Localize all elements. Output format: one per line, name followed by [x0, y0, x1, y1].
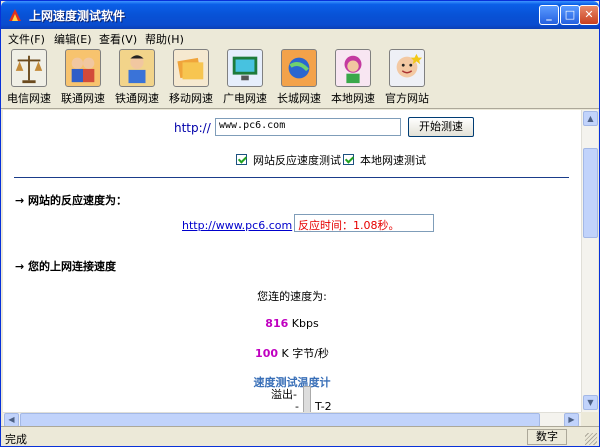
- vertical-scrollbar[interactable]: ▲ ▼: [581, 110, 598, 412]
- toolbar-label: 联通网速: [61, 92, 105, 105]
- toolbar-label: 官方网站: [385, 92, 429, 105]
- app-window: 上网速度测试软件 _ □ ✕ 文件(F) 编辑(E) 查看(V) 帮助(H) 电…: [0, 0, 600, 447]
- site-response-heading: → 网站的反应速度为：: [15, 194, 128, 207]
- response-time-field: 反应时间：1.08秒。: [294, 214, 434, 232]
- local-speed-option[interactable]: 本地网速测试: [343, 152, 426, 168]
- menu-view[interactable]: 查看(V): [99, 31, 137, 47]
- toolbar-official-button[interactable]: 官方网站: [380, 47, 434, 107]
- menu-bar: 文件(F) 编辑(E) 查看(V) 帮助(H): [1, 29, 599, 47]
- toolbar-label: 本地网速: [331, 92, 375, 105]
- site-response-checkbox[interactable]: [236, 154, 247, 165]
- meter-t2-label: T-2: [315, 400, 332, 412]
- girl-icon: [335, 49, 371, 87]
- monitor-icon: [227, 49, 263, 87]
- maximize-button[interactable]: □: [560, 5, 580, 25]
- resize-grip-icon[interactable]: [585, 433, 597, 445]
- window-title: 上网速度测试软件: [29, 9, 126, 23]
- globe-icon: [281, 49, 317, 87]
- folders-icon: [173, 49, 209, 87]
- menu-file[interactable]: 文件(F): [8, 31, 45, 47]
- horizontal-scrollbar[interactable]: ◀ ▶: [3, 412, 581, 427]
- speed-thermometer: [303, 386, 311, 412]
- scroll-down-icon[interactable]: ▼: [583, 395, 598, 410]
- toolbar-label: 广电网速: [223, 92, 267, 105]
- meter-overflow-label: 溢出-: [271, 388, 297, 401]
- title-bar[interactable]: 上网速度测试软件 _ □ ✕: [1, 1, 599, 29]
- kbps-line: 816 Kbps: [3, 317, 581, 330]
- face-icon: [389, 49, 425, 87]
- scroll-corner: [581, 412, 598, 426]
- app-icon: [9, 9, 21, 21]
- toolbar-broadcast-button[interactable]: 广电网速: [218, 47, 272, 107]
- site-response-label: 网站反应速度测试: [253, 154, 341, 167]
- status-bar: 完成 数字: [1, 426, 599, 446]
- divider: [14, 177, 569, 178]
- menu-help[interactable]: 帮助(H): [145, 31, 184, 47]
- vertical-scroll-thumb[interactable]: [583, 148, 598, 238]
- menu-edit[interactable]: 编辑(E): [54, 31, 92, 47]
- start-test-button[interactable]: 开始测速: [408, 117, 474, 137]
- toolbar-label: 长城网速: [277, 92, 321, 105]
- toolbar-greatwall-button[interactable]: 长城网速: [272, 47, 326, 107]
- close-button[interactable]: ✕: [579, 5, 599, 25]
- toolbar-unicom-button[interactable]: 联通网速: [56, 47, 110, 107]
- connection-heading: → 您的上网连接速度: [15, 260, 117, 273]
- minimize-button[interactable]: _: [539, 5, 559, 25]
- kbytes-value: 100: [255, 347, 279, 360]
- kbps-unit: Kbps: [291, 317, 319, 330]
- toolbar: 电信网速 联通网速 铁通网速 移动网速 广电网速 长城网速 本地网速 官方网站: [1, 47, 599, 109]
- site-link[interactable]: http://www.pc6.com: [182, 219, 292, 232]
- speed-label: 您连的速度为:: [257, 290, 327, 303]
- people-icon: [65, 49, 101, 87]
- site-response-option[interactable]: 网站反应速度测试: [236, 152, 341, 168]
- status-numlock-panel: 数字: [527, 429, 567, 445]
- person-icon: [119, 49, 155, 87]
- local-speed-label: 本地网速测试: [360, 154, 426, 167]
- toolbar-label: 移动网速: [169, 92, 213, 105]
- toolbar-label: 电信网速: [7, 92, 51, 105]
- scroll-up-icon[interactable]: ▲: [583, 111, 598, 126]
- kbytes-line: 100 K 字节/秒: [3, 345, 581, 361]
- toolbar-telecom-button[interactable]: 电信网速: [2, 47, 56, 107]
- local-speed-checkbox[interactable]: [343, 154, 354, 165]
- kbps-value: 816: [265, 317, 289, 330]
- status-text: 完成: [5, 433, 27, 446]
- meter-tick-marker: -: [295, 400, 299, 412]
- toolbar-tietong-button[interactable]: 铁通网速: [110, 47, 164, 107]
- toolbar-label: 铁通网速: [115, 92, 159, 105]
- url-input[interactable]: www.pc6.com: [215, 118, 401, 136]
- toolbar-mobile-button[interactable]: 移动网速: [164, 47, 218, 107]
- scale-icon: [11, 49, 47, 87]
- http-prefix-label: http://: [174, 121, 211, 135]
- horizontal-scroll-thumb[interactable]: [20, 413, 540, 427]
- kbytes-unit: K 字节/秒: [281, 347, 329, 360]
- toolbar-local-button[interactable]: 本地网速: [326, 47, 380, 107]
- scroll-right-icon[interactable]: ▶: [564, 413, 579, 427]
- content-area: http:// www.pc6.com 开始测速 网站反应速度测试 本地网速测试…: [3, 110, 581, 412]
- scroll-left-icon[interactable]: ◀: [4, 413, 19, 427]
